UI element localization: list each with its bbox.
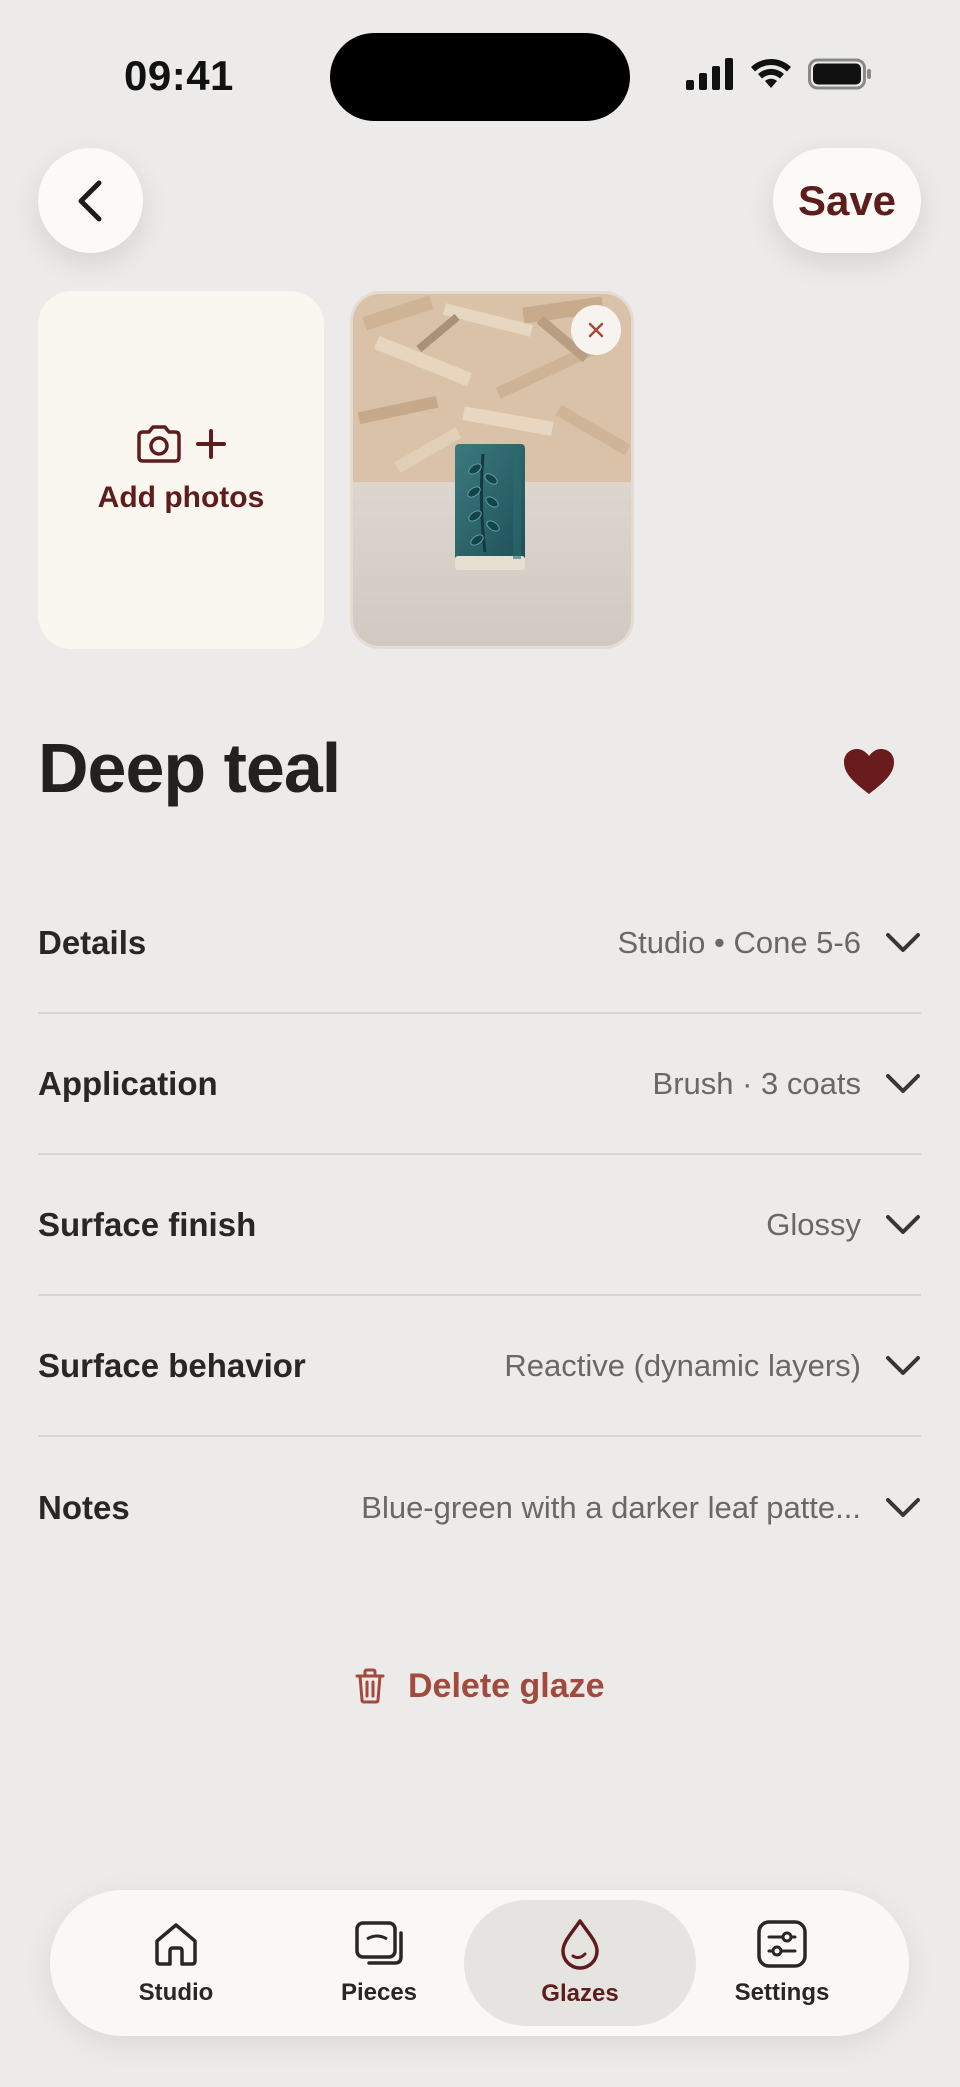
row-value: Brush · 3 coats xyxy=(652,1065,861,1101)
glaze-detail-list: Details Studio • Cone 5-6 Application Br… xyxy=(38,873,921,1578)
tab-glazes[interactable]: Glazes xyxy=(464,1900,696,2026)
chevron-down-icon xyxy=(886,1073,920,1093)
camera-icon xyxy=(137,425,181,463)
back-button[interactable] xyxy=(38,148,143,253)
tab-label: Studio xyxy=(138,1979,214,2006)
row-value: Studio • Cone 5-6 xyxy=(617,924,861,960)
add-photos-button[interactable]: Add photos xyxy=(38,291,324,649)
delete-glaze-label: Delete glaze xyxy=(408,1666,605,1705)
row-value: Reactive (dynamic layers) xyxy=(504,1347,861,1383)
add-photos-icons xyxy=(135,425,227,463)
row-label: Notes xyxy=(38,1488,130,1526)
chevron-down-icon xyxy=(886,1355,920,1375)
close-icon xyxy=(588,322,604,338)
home-icon xyxy=(155,1923,197,1966)
tab-label: Pieces xyxy=(340,1979,418,2006)
trash-icon xyxy=(355,1668,385,1704)
row-value: Blue-green with a darker leaf patte... xyxy=(361,1489,861,1525)
battery-icon xyxy=(808,58,871,90)
signal-icon xyxy=(686,58,733,90)
delete-glaze-button[interactable]: Delete glaze xyxy=(354,1658,605,1714)
wifi-icon xyxy=(751,59,791,88)
drop-icon xyxy=(561,1919,599,1970)
add-photos-label: Add photos xyxy=(97,481,265,514)
tab-studio[interactable]: Studio xyxy=(60,1900,292,2026)
row-application[interactable]: Application Brush · 3 coats xyxy=(38,1014,921,1155)
status-time: 09:41 xyxy=(124,52,234,99)
chevron-down-icon xyxy=(886,1497,920,1517)
remove-photo-button[interactable] xyxy=(571,305,621,355)
row-surface-finish[interactable]: Surface finish Glossy xyxy=(38,1155,921,1296)
row-surface-behavior[interactable]: Surface behavior Reactive (dynamic layer… xyxy=(38,1296,921,1437)
save-button[interactable]: Save xyxy=(773,148,921,253)
settings-sliders-icon xyxy=(757,1920,807,1968)
chevron-left-icon xyxy=(78,180,101,221)
row-details[interactable]: Details Studio • Cone 5-6 xyxy=(38,873,921,1014)
row-notes[interactable]: Notes Blue-green with a darker leaf patt… xyxy=(38,1437,921,1578)
tab-pieces[interactable]: Pieces xyxy=(263,1900,495,2026)
plus-icon xyxy=(196,429,226,459)
dynamic-island xyxy=(330,33,630,121)
chevron-down-icon xyxy=(886,932,920,952)
chevron-down-icon xyxy=(886,1214,920,1234)
glaze-title: Deep teal xyxy=(38,729,341,807)
tab-label: Settings xyxy=(734,1979,830,2006)
favorite-heart-icon[interactable] xyxy=(842,748,896,801)
row-value: Glossy xyxy=(766,1206,861,1242)
pieces-icon xyxy=(355,1921,403,1965)
row-label: Application xyxy=(38,1064,218,1102)
row-label: Details xyxy=(38,923,147,961)
status-icons xyxy=(686,58,872,90)
tab-settings[interactable]: Settings xyxy=(666,1900,898,2026)
row-label: Surface behavior xyxy=(38,1346,306,1384)
tab-bar: Studio Pieces Glazes Settings xyxy=(50,1890,909,2036)
row-label: Surface finish xyxy=(38,1205,257,1243)
tab-label: Glazes xyxy=(541,1980,619,2007)
